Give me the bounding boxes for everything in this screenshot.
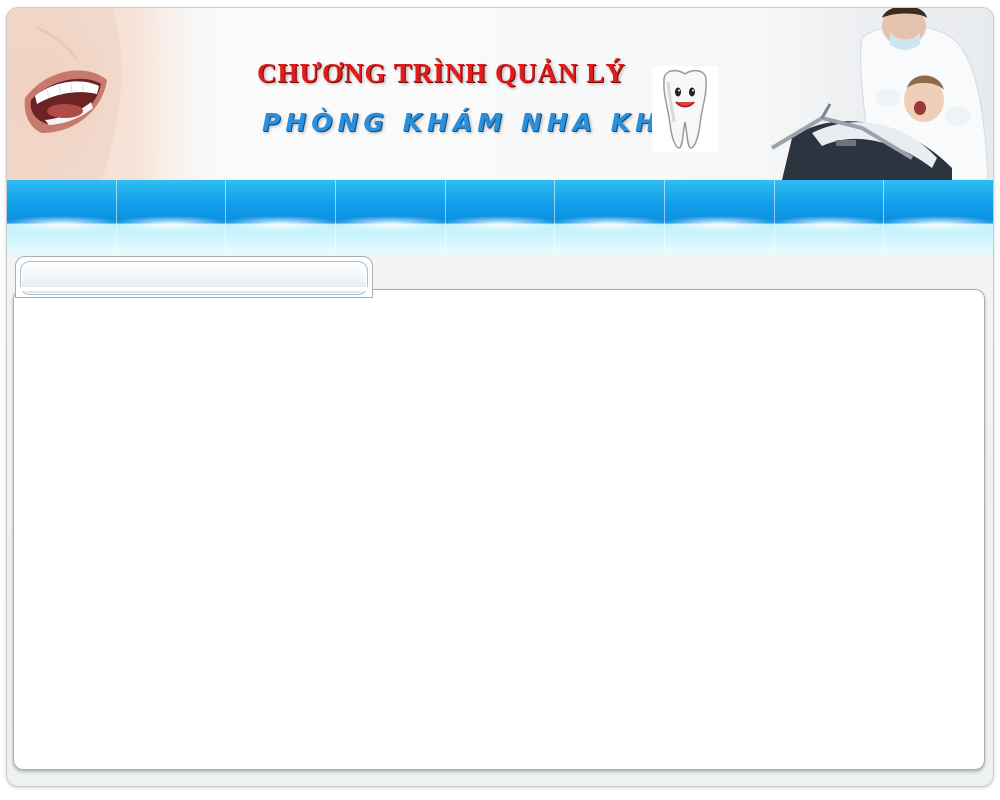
app-title-line1: CHƯƠNG TRÌNH QUẢN LÝ bbox=[257, 58, 626, 88]
nav-item-8[interactable] bbox=[774, 180, 885, 254]
main-content-panel bbox=[13, 289, 985, 770]
nav-item-7[interactable] bbox=[665, 180, 775, 254]
panel-tab-header bbox=[15, 256, 373, 298]
nav-item-4[interactable] bbox=[336, 180, 446, 254]
nav-item-9[interactable] bbox=[884, 180, 993, 254]
cartoon-tooth-icon bbox=[652, 66, 718, 152]
dentist-patient-photo bbox=[752, 8, 993, 180]
app-title-line2: PHÒNG KHÁM NHA KHOA bbox=[262, 108, 712, 137]
header-banner: CHƯƠNG TRÌNH QUẢN LÝ PHÒNG KHÁM NHA KHOA bbox=[7, 8, 993, 180]
tab-connector bbox=[16, 287, 372, 291]
nav-item-1[interactable] bbox=[7, 180, 117, 254]
smiling-woman-photo bbox=[7, 8, 227, 180]
nav-item-6[interactable] bbox=[555, 180, 666, 254]
main-nav-bar bbox=[7, 180, 993, 254]
app-frame: CHƯƠNG TRÌNH QUẢN LÝ PHÒNG KHÁM NHA KHOA bbox=[6, 7, 994, 787]
nav-item-5[interactable] bbox=[445, 180, 556, 254]
nav-item-2[interactable] bbox=[116, 180, 227, 254]
nav-item-3[interactable] bbox=[226, 180, 337, 254]
